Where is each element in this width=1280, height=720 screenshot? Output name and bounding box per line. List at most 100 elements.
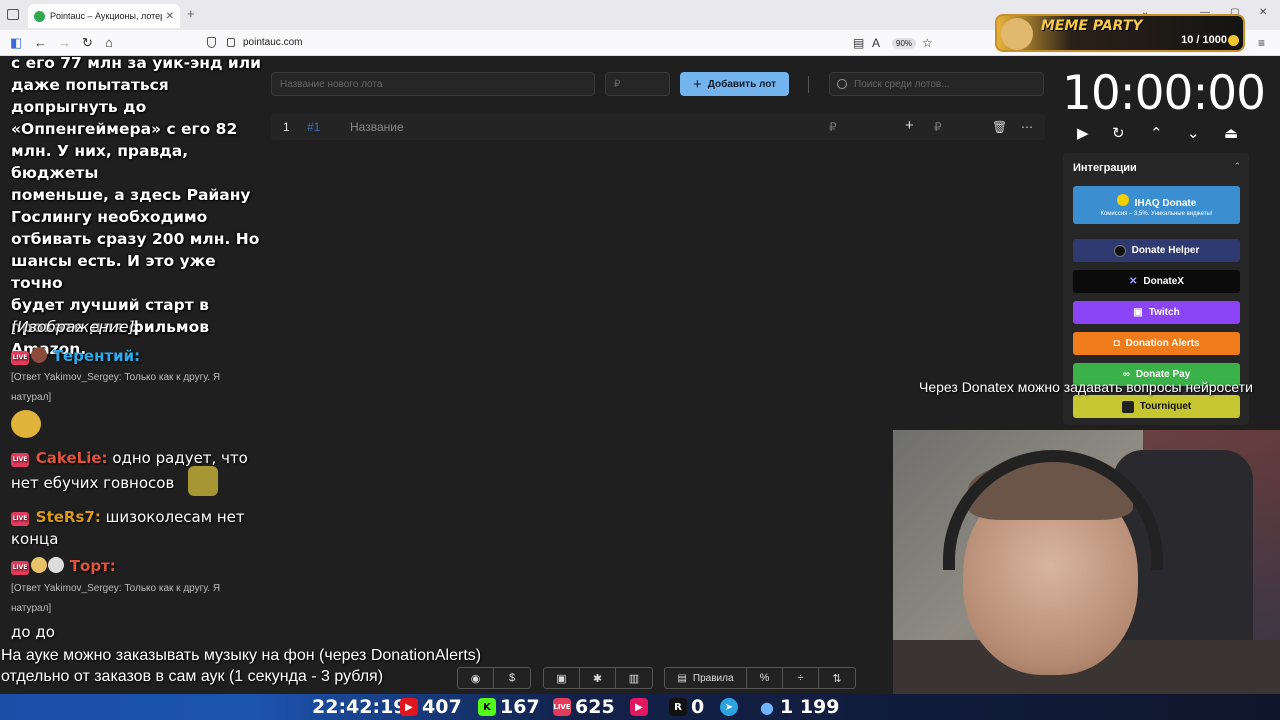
tourniquet-button[interactable]: Tourniquet: [1073, 395, 1240, 418]
plus-icon: +: [693, 75, 702, 93]
menu-icon[interactable]: ≡: [1258, 36, 1265, 50]
button-label: DonateX: [1143, 276, 1184, 287]
emote-icon: [31, 557, 47, 573]
toolbar-divider: [808, 76, 809, 93]
rutube-viewers: ▶: [630, 694, 652, 720]
reload-icon[interactable]: ↻: [82, 35, 93, 51]
home-icon[interactable]: ⌂: [105, 35, 113, 50]
save-icon[interactable]: ▣: [544, 668, 580, 688]
meme-party-badge: MEME PARTY 10 / 1000: [995, 14, 1245, 52]
emote-icon: [11, 410, 41, 438]
rules-button[interactable]: ▤ Правила: [665, 668, 747, 688]
button-sub: Комиссия – 3,5%. Уникальные виджеты!: [1100, 210, 1213, 217]
close-window-icon[interactable]: ✕: [1259, 7, 1267, 18]
lot-name[interactable]: Название: [350, 120, 404, 134]
chat-text-line: отбивать сразу 200 млн. Но: [11, 230, 260, 248]
close-tab-icon[interactable]: ✕: [166, 11, 174, 22]
reader-view-icon[interactable]: ▤: [853, 36, 864, 50]
tourniquet-icon: [1121, 400, 1134, 413]
play-icon[interactable]: ▶: [1077, 124, 1089, 142]
meme-party-count: 10 / 1000: [1181, 34, 1227, 46]
button-label: IHAQ Donate: [1134, 197, 1197, 209]
donatex-button[interactable]: ✕ DonateX: [1073, 270, 1240, 293]
sidebar-toggle-icon[interactable]: [7, 9, 19, 20]
live-badge: LIVE: [11, 351, 29, 365]
youtube-viewers: ▶ 407: [400, 694, 462, 720]
chat-nick: Терентий:: [52, 347, 141, 365]
chevron-down-icon[interactable]: ⌄: [1187, 124, 1200, 142]
user-icon: ●: [760, 697, 774, 717]
vk-viewers: LIVE 625: [553, 694, 615, 720]
add-lot-button[interactable]: + Добавить лот: [680, 72, 789, 96]
chat-text-line: с его 77 млн за уик-энд или: [11, 56, 261, 72]
sort-icon[interactable]: ⇅: [819, 668, 855, 688]
donatex-icon: ✕: [1129, 276, 1138, 287]
rules-icon: ▤: [677, 672, 687, 684]
translate-icon[interactable]: A: [872, 36, 880, 50]
chevron-up-icon[interactable]: ⌃: [1150, 124, 1163, 142]
bug-icon[interactable]: ✱: [580, 668, 616, 688]
chat-reply: [Ответ Yakimov_Sergey: Только как к друг…: [11, 368, 251, 408]
reset-icon[interactable]: ↻: [1112, 124, 1125, 142]
kick-viewers: K 167: [478, 694, 540, 720]
browser-tab[interactable]: Pointauc – Аукционы, лотереи ✕: [28, 4, 180, 28]
toolbar-group: ◉ $: [457, 667, 531, 689]
chat-text-line: млн. У них, правда, бюджеты: [11, 142, 189, 182]
add-amount-icon[interactable]: +: [905, 117, 914, 134]
sidebar-icon[interactable]: ◧: [10, 35, 22, 51]
bookmark-star-icon[interactable]: ☆: [922, 36, 933, 50]
chat-reply-line: натурал]: [11, 392, 52, 403]
coin-icon: [1228, 35, 1239, 46]
twitch-icon: ▣: [1133, 307, 1143, 318]
dollar-icon[interactable]: $: [494, 668, 530, 688]
r-icon: R: [669, 698, 687, 716]
meme-party-title: MEME PARTY: [1041, 18, 1143, 34]
chat-text-line: допрыгнуть до: [11, 98, 147, 116]
double-chevron-up-icon[interactable]: ⏏: [1224, 124, 1238, 142]
donate-helper-button[interactable]: Donate Helper: [1073, 239, 1240, 262]
twitch-button[interactable]: ▣ Twitch: [1073, 301, 1240, 324]
lot-add-amount[interactable]: ₽: [934, 120, 942, 134]
toolbar-group: ▣ ✱ ▥: [543, 667, 653, 689]
chat-nick: CakeLie:: [35, 449, 108, 467]
lock-icon[interactable]: [227, 38, 235, 47]
new-tab-icon[interactable]: +: [187, 6, 195, 21]
split-icon[interactable]: ÷: [783, 668, 819, 688]
clear-icon[interactable]: ▥: [616, 668, 652, 688]
delete-icon[interactable]: 🗑: [992, 120, 1007, 134]
chat-nick: SteRs7:: [35, 508, 101, 526]
kick-icon: K: [478, 698, 496, 716]
lot-amount-input[interactable]: ₽: [605, 72, 670, 96]
viewers-count: 1 199: [780, 696, 840, 718]
ihaq-donate-button[interactable]: IHAQ Donate Комиссия – 3,5%. Уникальные …: [1073, 186, 1240, 224]
lot-search-input[interactable]: Поиск среди лотов...: [829, 72, 1044, 96]
shield-icon[interactable]: [207, 37, 216, 48]
zoom-level[interactable]: 90%: [892, 38, 917, 49]
donation-alerts-button[interactable]: ◘ Donation Alerts: [1073, 332, 1240, 355]
emote-icon: [31, 347, 47, 363]
r-viewers: R0: [669, 694, 704, 720]
stream-stats-bar: 22:42:19 ▶ 407 K 167 LIVE 625 ▶ R0 ➤ ● 1 199: [0, 694, 1280, 720]
new-lot-input[interactable]: Название нового лота: [271, 72, 595, 96]
chat-message: LIVE Терентий:: [11, 347, 140, 365]
integrations-header: Интеграции: [1073, 162, 1137, 174]
back-icon[interactable]: ←: [34, 35, 47, 50]
toolbar-group: ▤ Правила % ÷ ⇅: [664, 667, 856, 689]
chat-image-tag: [Изображение]: [11, 318, 135, 336]
button-label: Tourniquet: [1139, 401, 1192, 412]
address-field[interactable]: pointauc.com: [243, 37, 302, 48]
collapse-icon[interactable]: ⌃: [1233, 161, 1241, 172]
chat-reply-line: [Ответ Yakimov_Sergey: Только как к друг…: [11, 583, 221, 594]
chat-text-line: «Оппенгеймера» с его 82: [11, 120, 238, 138]
github-icon[interactable]: ◉: [458, 668, 494, 688]
percent-icon[interactable]: %: [747, 668, 783, 688]
webcam-video: [893, 430, 1280, 696]
button-label: Donation Alerts: [1125, 338, 1200, 349]
doge-icon: [1001, 18, 1033, 50]
forward-icon[interactable]: →: [58, 35, 71, 50]
ihaq-icon: [1116, 193, 1129, 206]
lot-index: 1: [283, 120, 290, 134]
chat-text-line: поменьше, а здесь Райану: [11, 186, 251, 204]
donatex-note: Через Donatex можно задавать вопросы ней…: [919, 379, 1253, 395]
more-icon[interactable]: ⋯: [1021, 120, 1033, 134]
